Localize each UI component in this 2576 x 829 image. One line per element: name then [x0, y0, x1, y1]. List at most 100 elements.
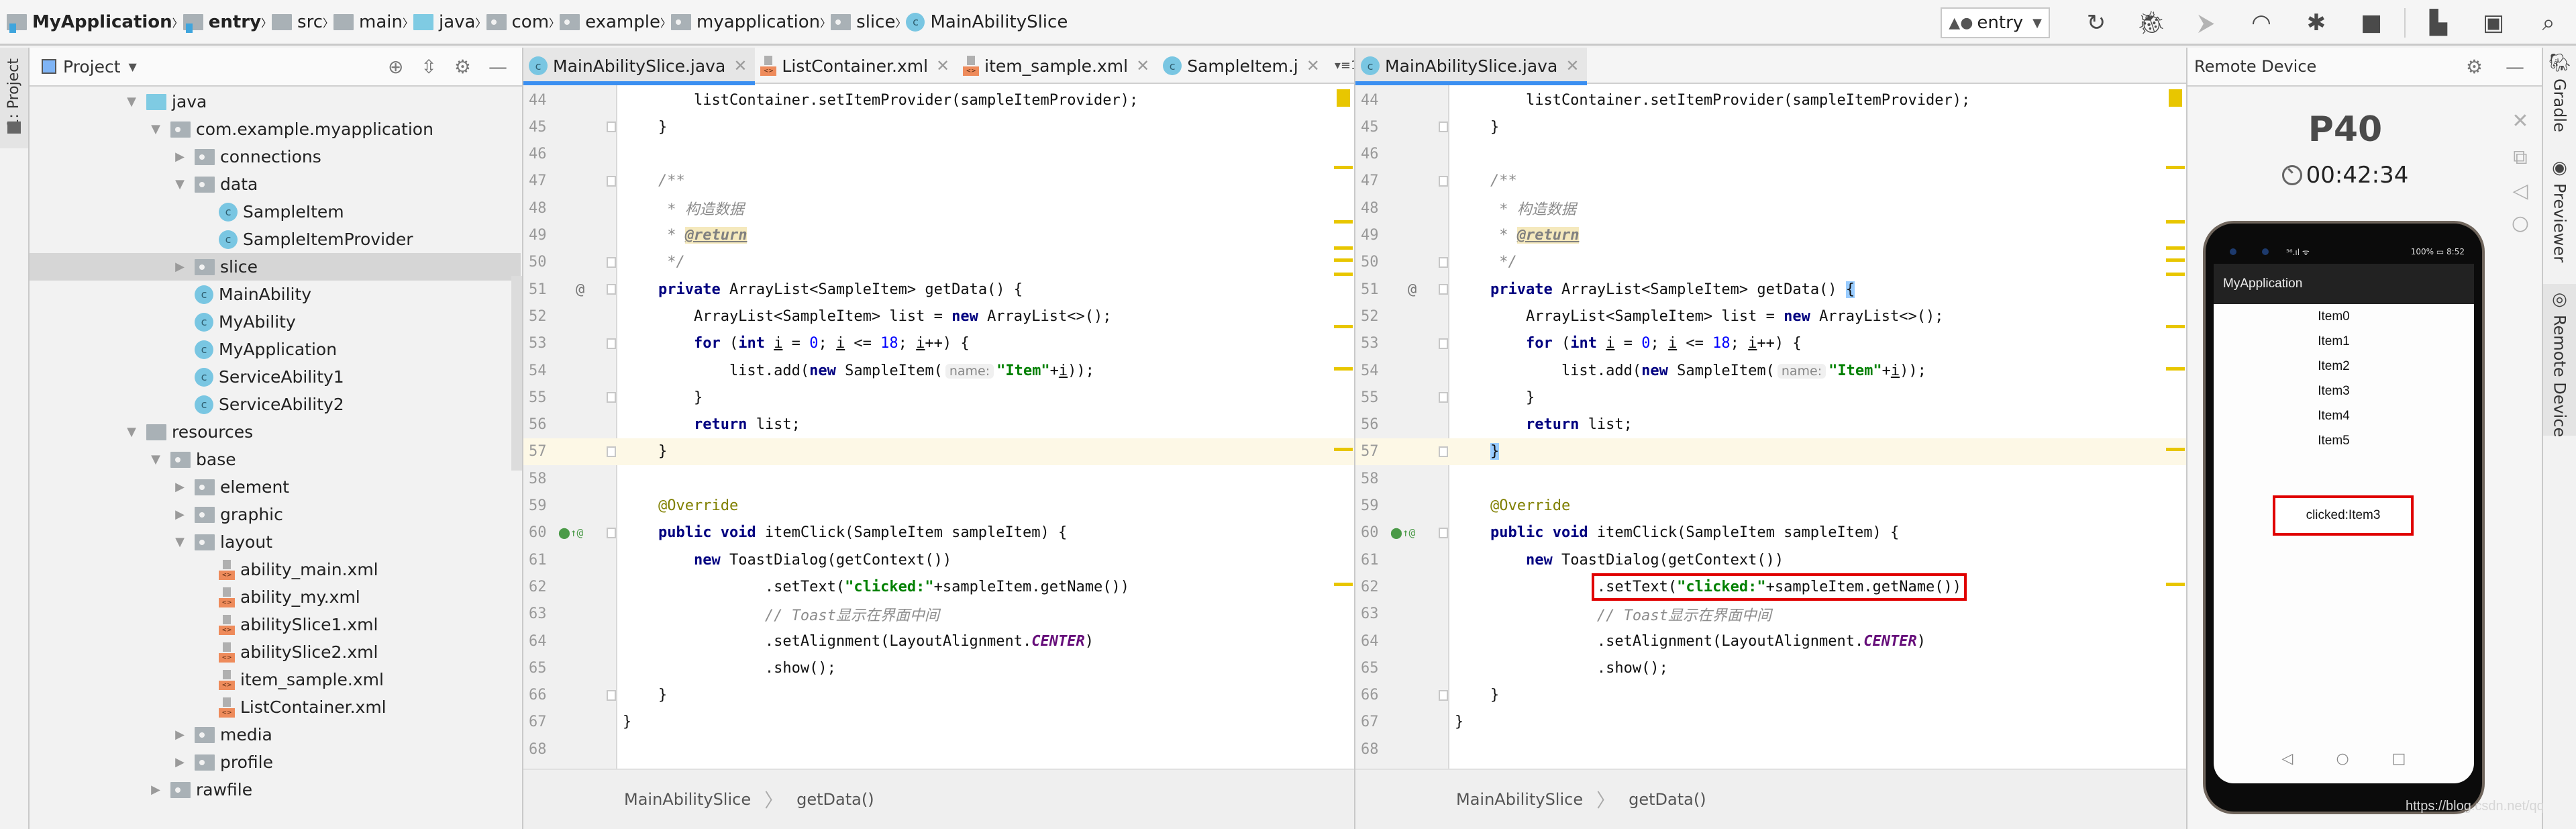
- fold-marker-icon[interactable]: [607, 121, 616, 133]
- expand-arrow-closed-icon[interactable]: ▶: [148, 783, 164, 797]
- hide-panel-icon[interactable]: —: [488, 56, 507, 78]
- collapse-all-icon[interactable]: ⇳: [421, 56, 436, 78]
- gear-icon[interactable]: ⚙: [454, 56, 471, 78]
- code-area-right[interactable]: 44 listContainer.setItemProvider(sampleI…: [1355, 85, 2186, 790]
- nav-breadcrumb-item[interactable]: java: [413, 0, 476, 45]
- rerun-button[interactable]: ↻: [2069, 3, 2124, 43]
- breadcrumb-method[interactable]: getData(): [1629, 790, 1706, 809]
- override-marker-icon[interactable]: @: [1408, 281, 1416, 298]
- close-icon[interactable]: ✕: [1565, 56, 1579, 75]
- tree-node[interactable]: ▼ resources: [30, 418, 521, 446]
- project-view-select[interactable]: Project ▼: [42, 57, 137, 77]
- editor-tab[interactable]: ListContainer.xml ✕: [755, 48, 958, 84]
- tree-node[interactable]: ability_main.xml: [30, 556, 521, 583]
- device-home-button[interactable]: ○: [2508, 211, 2532, 235]
- warning-marker[interactable]: [2166, 273, 2185, 276]
- warning-marker[interactable]: [1334, 273, 1353, 276]
- search-everywhere-button[interactable]: ⌕: [2521, 3, 2576, 43]
- warning-marker[interactable]: [1334, 367, 1353, 371]
- tree-node[interactable]: ▶ slice: [30, 253, 521, 281]
- fold-marker-icon[interactable]: [1439, 284, 1448, 295]
- tree-node[interactable]: ▼ java: [30, 88, 521, 115]
- expand-arrow-closed-icon[interactable]: ▶: [172, 728, 188, 742]
- warning-marker[interactable]: [2166, 583, 2185, 586]
- tree-node[interactable]: c MyApplication: [30, 336, 521, 363]
- tree-node[interactable]: abilitySlice2.xml: [30, 638, 521, 666]
- nav-breadcrumb-item[interactable]: entry: [183, 0, 261, 45]
- expand-arrow-closed-icon[interactable]: ▶: [172, 150, 188, 164]
- nav-home-icon[interactable]: ○: [2336, 750, 2349, 767]
- list-item[interactable]: Item0: [2214, 309, 2474, 324]
- previewer-tool-tab[interactable]: ◉ Previewer: [2543, 152, 2576, 280]
- tree-node[interactable]: ▶ element: [30, 473, 521, 501]
- tree-node[interactable]: abilitySlice1.xml: [30, 611, 521, 638]
- close-icon[interactable]: ✕: [1306, 56, 1320, 75]
- breadcrumb-class[interactable]: MainAbilitySlice: [624, 790, 751, 809]
- warning-marker[interactable]: [2166, 367, 2185, 371]
- nav-breadcrumb-item[interactable]: c MainAbilitySlice: [906, 0, 1068, 45]
- project-structure-button[interactable]: ▙: [2411, 3, 2466, 43]
- list-item[interactable]: Item2: [2214, 359, 2474, 374]
- warning-marker[interactable]: [1334, 258, 1353, 262]
- attach-debug-button[interactable]: ✱: [2289, 3, 2344, 43]
- gear-icon[interactable]: ⚙: [2466, 56, 2483, 78]
- gradle-tool-tab[interactable]: 🐘︎ Gradle: [2543, 48, 2576, 148]
- device-manager-button[interactable]: ▣: [2466, 3, 2521, 43]
- remote-device-tool-tab[interactable]: ◎ Remote Device: [2543, 284, 2576, 437]
- code-area-left[interactable]: 44 listContainer.setItemProvider(sampleI…: [523, 85, 1354, 790]
- hide-panel-icon[interactable]: —: [2506, 56, 2524, 78]
- tree-node[interactable]: ▶ profile: [30, 748, 521, 776]
- tree-node[interactable]: ability_my.xml: [30, 583, 521, 611]
- expand-arrow-closed-icon[interactable]: ▶: [172, 755, 188, 769]
- editor-tab[interactable]: c SampleItem.j ✕: [1157, 48, 1328, 84]
- warning-marker[interactable]: [2166, 220, 2185, 224]
- fold-marker-icon[interactable]: [607, 689, 616, 701]
- list-item[interactable]: Item1: [2214, 334, 2474, 349]
- expand-arrow-open-icon[interactable]: ▼: [123, 95, 140, 109]
- implements-marker-icon[interactable]: ⬤↑@: [558, 526, 583, 539]
- run-configuration-select[interactable]: ▲● entry ▼: [1941, 7, 2050, 38]
- fold-marker-icon[interactable]: [607, 284, 616, 295]
- tree-node[interactable]: c SampleItemProvider: [30, 226, 521, 253]
- tree-node[interactable]: ▶ media: [30, 721, 521, 748]
- locate-file-icon[interactable]: ⊕: [388, 56, 403, 78]
- expand-arrow-open-icon[interactable]: ▼: [148, 122, 164, 136]
- list-item[interactable]: Item4: [2214, 409, 2474, 424]
- warning-marker[interactable]: [2166, 325, 2185, 328]
- warning-marker[interactable]: [2166, 258, 2185, 262]
- fold-marker-icon[interactable]: [607, 446, 616, 457]
- list-item[interactable]: Item5: [2214, 434, 2474, 448]
- inspection-status-icon[interactable]: [2169, 89, 2182, 107]
- nav-breadcrumb-item[interactable]: myapplication: [671, 0, 820, 45]
- tree-node[interactable]: ▼ base: [30, 446, 521, 473]
- editor-tab[interactable]: c MainAbilitySlice.java ✕: [523, 48, 756, 85]
- list-item[interactable]: Item3: [2214, 384, 2474, 399]
- nav-breadcrumb-item[interactable]: MyApplication: [7, 0, 172, 45]
- close-icon[interactable]: ✕: [1136, 56, 1149, 75]
- fold-marker-icon[interactable]: [1439, 527, 1448, 538]
- device-back-button[interactable]: ◁: [2508, 179, 2532, 203]
- expand-arrow-open-icon[interactable]: ▼: [172, 535, 188, 549]
- nav-breadcrumb-item[interactable]: slice: [831, 0, 895, 45]
- tree-node[interactable]: c ServiceAbility1: [30, 363, 521, 391]
- tree-node[interactable]: c SampleItem: [30, 198, 521, 226]
- tree-node[interactable]: ▶ connections: [30, 143, 521, 170]
- expand-arrow-open-icon[interactable]: ▼: [172, 177, 188, 191]
- tree-node[interactable]: ▼ layout: [30, 528, 521, 556]
- warning-marker[interactable]: [1334, 583, 1353, 586]
- debug-button[interactable]: 🐞︎: [2124, 3, 2179, 43]
- breadcrumb-method[interactable]: getData(): [796, 790, 874, 809]
- fold-marker-icon[interactable]: [1439, 256, 1448, 268]
- fold-marker-icon[interactable]: [1439, 175, 1448, 187]
- nav-back-icon[interactable]: ◁: [2282, 750, 2294, 767]
- warning-marker[interactable]: [1334, 166, 1353, 169]
- fold-marker-icon[interactable]: [1439, 338, 1448, 349]
- nav-recent-icon[interactable]: □: [2392, 750, 2406, 767]
- fold-marker-icon[interactable]: [1439, 446, 1448, 457]
- close-device-button[interactable]: ✕: [2508, 109, 2532, 133]
- warning-marker[interactable]: [2166, 246, 2185, 250]
- close-icon[interactable]: ✕: [936, 56, 949, 75]
- project-scrollbar[interactable]: [511, 276, 522, 471]
- error-stripe[interactable]: [2162, 85, 2186, 790]
- tab-overflow-button[interactable]: ▾≡1: [1328, 48, 1354, 83]
